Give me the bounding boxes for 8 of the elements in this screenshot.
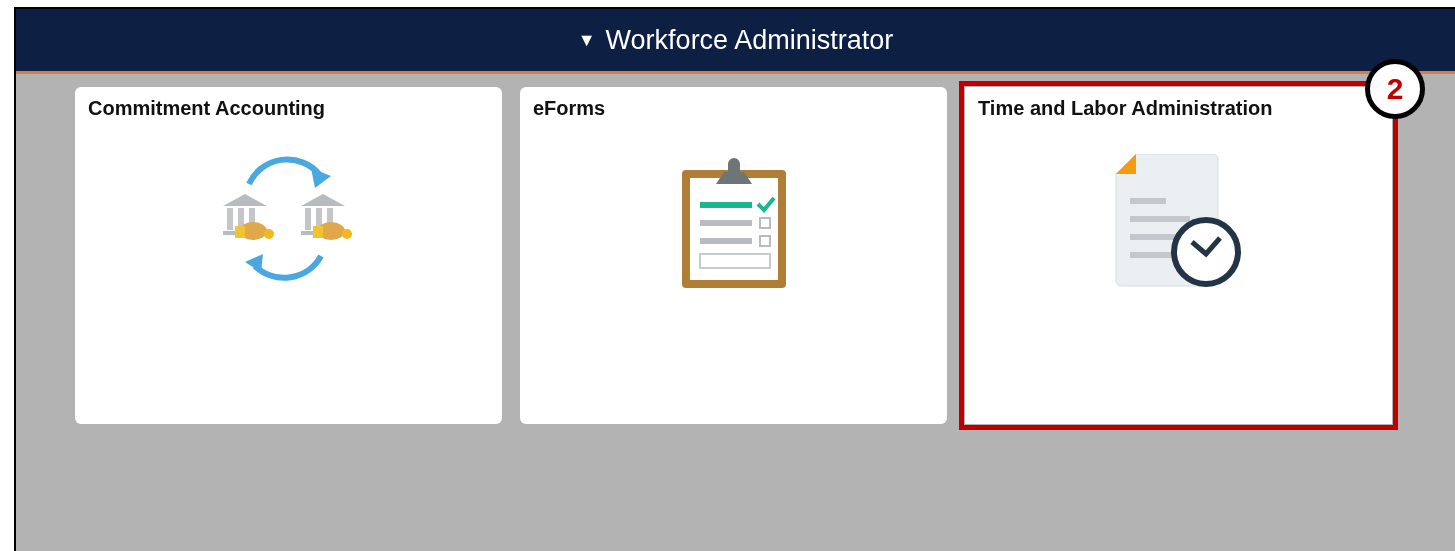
tile-title: Time and Labor Administration [978, 97, 1274, 120]
document-clock-icon [1113, 154, 1244, 290]
page-title: Workforce Administrator [605, 24, 894, 56]
tile[interactable]: eForms [520, 87, 947, 424]
tile[interactable]: Commitment Accounting [75, 87, 502, 424]
tile-title: eForms [533, 97, 607, 120]
tile-title: Commitment Accounting [88, 97, 327, 120]
dropdown-toggle[interactable]: ▼ [577, 29, 596, 51]
